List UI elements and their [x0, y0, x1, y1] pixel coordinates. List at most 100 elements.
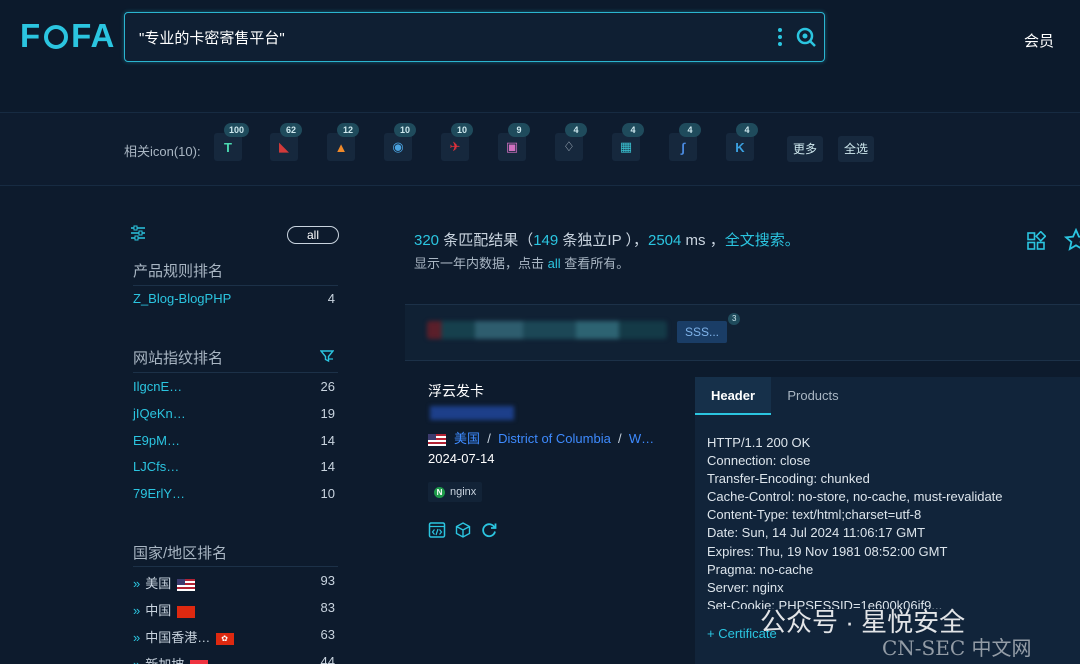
fingerprint-name[interactable]: jIQeKn… — [133, 406, 186, 421]
all-button[interactable]: all — [287, 226, 339, 244]
results-summary: 320 条匹配结果（149 条独立IP ），2504 ms ，全文搜索。 — [414, 229, 800, 250]
fingerprint-name[interactable]: 79ErlY… — [133, 486, 185, 501]
country-link[interactable]: 美国 — [454, 431, 480, 446]
related-icon-2[interactable]: ◣ 62 — [270, 123, 302, 161]
icon-count-badge: 100 — [224, 123, 250, 137]
fingerprint-item[interactable]: jIQeKn… 19 — [133, 406, 335, 426]
more-options-icon[interactable] — [777, 27, 783, 47]
divider — [133, 285, 338, 286]
favicon-glyph-icon: ▲ — [334, 139, 348, 155]
country-item[interactable]: » 美国 93 — [133, 573, 335, 593]
fingerprint-count: 10 — [320, 486, 335, 502]
country-ranking-heading: 国家/地区排名 — [133, 545, 228, 562]
total-count: 320 — [414, 232, 440, 249]
country-count: 83 — [320, 600, 335, 615]
cn-flag-icon — [177, 605, 196, 618]
header-line: Transfer-Encoding: chunked — [707, 471, 870, 487]
icon-count-badge: 10 — [451, 123, 473, 137]
related-icon-7[interactable]: ♢ 4 — [555, 123, 587, 161]
tab-products[interactable]: Products — [775, 377, 851, 415]
filter-settings-icon[interactable] — [130, 225, 146, 241]
code-icon[interactable] — [428, 521, 446, 539]
tab-header[interactable]: Header — [695, 377, 771, 415]
city-link[interactable]: W… — [629, 431, 654, 446]
country-item[interactable]: » 新加坡 44 — [133, 654, 335, 664]
search-icon[interactable] — [795, 26, 817, 48]
separator: / — [487, 431, 491, 446]
result-date: 2024-07-14 — [428, 451, 495, 466]
related-icon-10[interactable]: K4 — [726, 123, 758, 161]
nginx-icon: N — [434, 487, 445, 498]
hk-flag-icon — [216, 632, 235, 645]
top-bar: FFA 会员 — [0, 0, 1080, 110]
icon-count-badge: 4 — [736, 123, 758, 137]
layout-grid-icon[interactable] — [1026, 231, 1046, 251]
fingerprint-item[interactable]: LJCfs… 14 — [133, 459, 335, 479]
favicon-glyph-icon: ◣ — [279, 139, 289, 154]
icon-count-badge: 4 — [565, 123, 587, 137]
fingerprint-name[interactable]: LJCfs… — [133, 459, 179, 474]
product-ranking-heading: 产品规则排名 — [133, 263, 224, 280]
fingerprint-item[interactable]: IlgcnE… 26 — [133, 379, 335, 399]
search-input[interactable] — [139, 25, 739, 49]
fingerprint-name[interactable]: IlgcnE… — [133, 379, 182, 394]
country-name[interactable]: 新加坡 — [145, 657, 184, 664]
cube-icon[interactable] — [454, 521, 472, 539]
related-icon-4[interactable]: ◉ 10 — [384, 123, 416, 161]
country-name[interactable]: 美国 — [145, 576, 171, 591]
fingerprint-name[interactable]: E9pM… — [133, 433, 180, 448]
member-link[interactable]: 会员 — [1024, 30, 1054, 51]
site-title: 浮云发卡 — [428, 383, 484, 399]
related-icons-bar: 相关icon(10): T 100 ◣ 62 ▲ 12 ◉ 10 ✈ 10 ▣ 9 ♢ 4 ▦ 4 ∫ 4 K 4 更… — [0, 112, 1080, 186]
icon-count-badge: 9 — [508, 123, 530, 137]
favicon-glyph-icon: ▦ — [619, 139, 633, 154]
more-icons-button[interactable]: 更多 — [787, 136, 824, 162]
related-icon-8[interactable]: ▦ 4 — [612, 123, 644, 161]
us-flag-icon — [177, 578, 196, 591]
product-name[interactable]: Z_Blog-BlogPHP — [133, 291, 231, 306]
fingerprint-item[interactable]: 79ErlY… 10 — [133, 486, 335, 506]
notice-text: 显示一年内数据，点击 — [414, 256, 548, 271]
icon-count-badge: 12 — [337, 123, 359, 137]
funnel-icon[interactable] — [320, 349, 334, 363]
refresh-icon[interactable] — [480, 521, 498, 539]
icon-count-badge: 4 — [622, 123, 644, 137]
country-item[interactable]: » 中国 83 — [133, 600, 335, 620]
http-header-content: HTTP/1.1 200 OK Connection: close Transfer… — [707, 434, 1080, 609]
unique-ip-count: 149 — [533, 232, 559, 249]
fingerprint-item[interactable]: E9pM… 14 — [133, 433, 335, 453]
related-icon-1[interactable]: T 100 — [214, 123, 250, 161]
show-all-link[interactable]: all — [548, 256, 561, 271]
related-icon-5[interactable]: ✈ 10 — [441, 123, 473, 161]
select-all-button[interactable]: 全选 — [838, 136, 875, 162]
fingerprint-ranking-heading: 网站指纹排名 — [133, 350, 224, 367]
fingerprint-count: 26 — [320, 379, 335, 394]
related-icon-6[interactable]: ▣ 9 — [498, 123, 530, 161]
product-item[interactable]: Z_Blog-BlogPHP 4 — [133, 291, 335, 311]
country-count: 44 — [320, 654, 335, 664]
results-notice: 显示一年内数据，点击 all 查看所有。 — [414, 253, 629, 272]
country-name[interactable]: 中国香港… — [145, 630, 210, 645]
host-tag[interactable]: SSS... — [677, 321, 728, 343]
fofa-logo[interactable]: F FA — [20, 17, 115, 55]
related-icon-3[interactable]: ▲ 12 — [327, 123, 359, 161]
country-item[interactable]: » 中国香港… 63 — [133, 627, 335, 647]
blurred-host[interactable] — [427, 321, 667, 339]
search-box[interactable] — [124, 12, 825, 62]
country-name[interactable]: 中国 — [145, 603, 171, 618]
fulltext-search-link[interactable]: 全文搜索。 — [725, 232, 800, 249]
divider — [133, 372, 338, 373]
geo-location: 美国 / District of Columbia / W… — [428, 428, 673, 447]
country-count: 93 — [320, 573, 335, 588]
fingerprint-count: 19 — [320, 405, 335, 421]
fingerprint-count: 14 — [320, 459, 335, 475]
star-icon[interactable] — [1064, 228, 1080, 252]
server-badge[interactable]: Nnginx — [428, 482, 483, 502]
favicon-glyph-icon: ✈ — [449, 139, 461, 154]
favicon-glyph-icon: ◉ — [392, 139, 404, 154]
chevron-right-icon: » — [133, 576, 141, 591]
related-icon-9[interactable]: ∫ 4 — [669, 123, 701, 161]
region-link[interactable]: District of Columbia — [498, 431, 611, 446]
blurred-ip[interactable] — [430, 406, 514, 420]
favicon-glyph-icon: ▣ — [505, 139, 519, 154]
